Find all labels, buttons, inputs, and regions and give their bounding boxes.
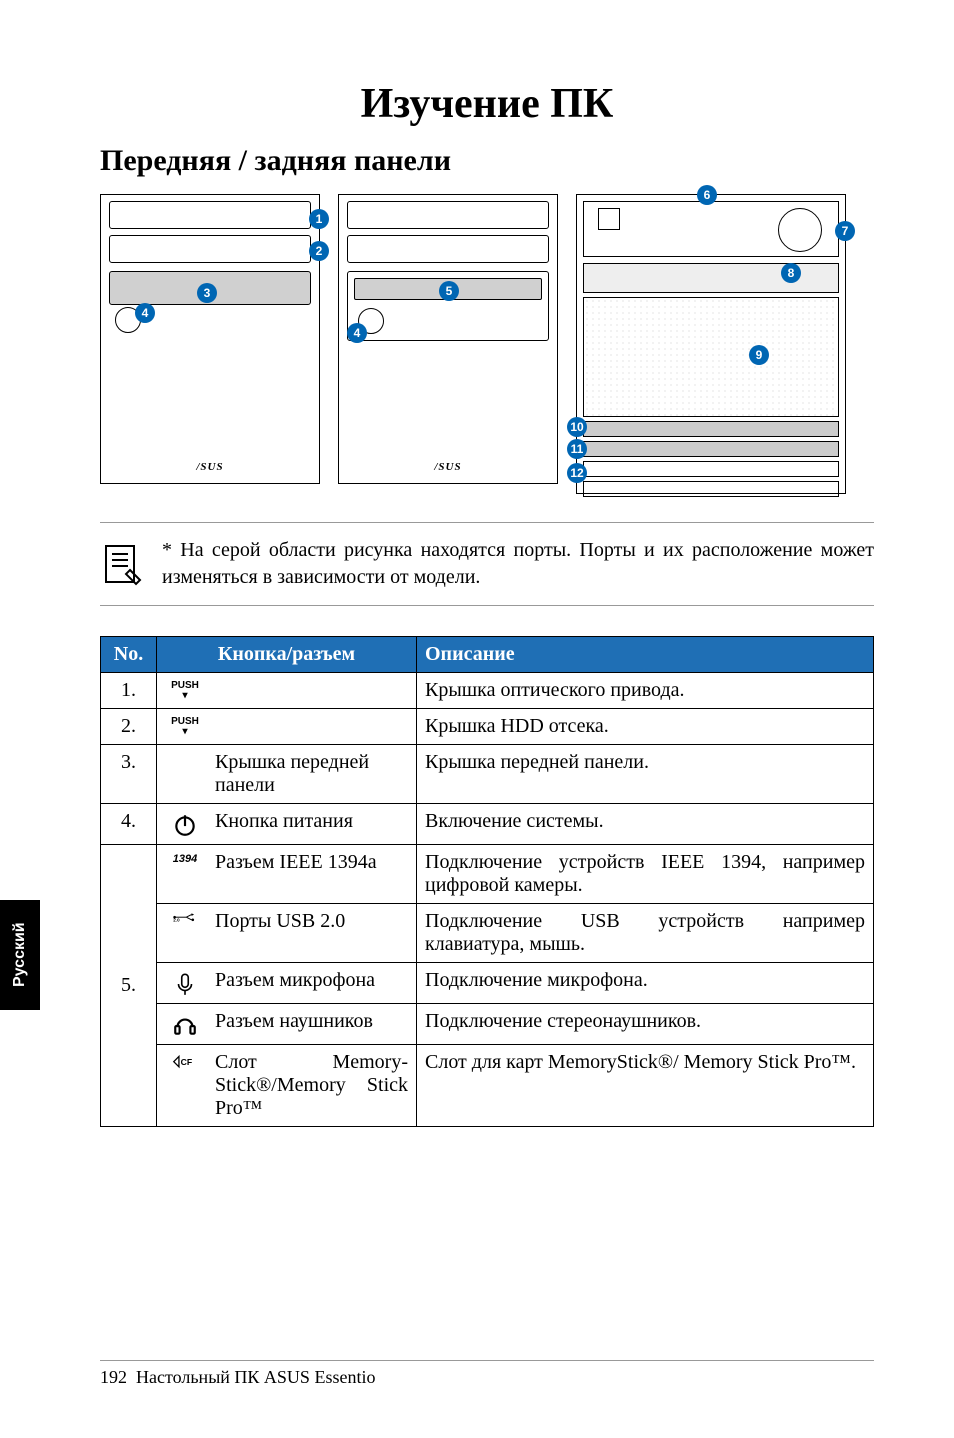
callout-7: 7 <box>835 221 855 241</box>
row4-no: 4. <box>101 804 157 845</box>
callout-4b: 4 <box>347 323 367 343</box>
language-tab: Русский <box>0 900 40 1010</box>
row5-no: 5. <box>101 845 157 1127</box>
usb-icon: 2.0 <box>172 912 198 922</box>
diagram-row: 1 2 3 4 /SUS 5 4 /SUS 6 7 8 9 10 11 12 <box>100 194 874 494</box>
headphones-icon <box>172 1012 198 1038</box>
g5-3-label: Разъем наушников <box>215 1010 373 1033</box>
g5-2-desc: Подключение микрофона. <box>417 963 874 1004</box>
section-title: Передняя / задняя панели <box>100 144 874 178</box>
ports-table: No. Кнопка/разъем Описание 1. PUSH Крышк… <box>100 636 874 1127</box>
row1-desc: Крышка оптического привода. <box>417 673 874 709</box>
svg-text:CF: CF <box>181 1057 193 1067</box>
row3-no: 3. <box>101 745 157 804</box>
footer-text: Настольный ПК ASUS Essentio <box>136 1367 375 1387</box>
asus-logo-2: /SUS <box>434 461 461 473</box>
front-panel-closed: 1 2 3 4 /SUS <box>100 194 320 484</box>
g5-4-label: Слот Memory-Stick®/Memory Stick Pro™ <box>215 1051 408 1120</box>
callout-4a: 4 <box>135 303 155 323</box>
callout-11: 11 <box>567 439 587 459</box>
row2-no: 2. <box>101 709 157 745</box>
power-icon <box>172 812 198 838</box>
row3-desc: Крышка передней панели. <box>417 745 874 804</box>
note-icon <box>100 542 144 586</box>
g5-1-desc: Подключение USB устройств например клави… <box>417 904 874 963</box>
ieee1394-icon: 1394 <box>173 853 197 865</box>
callout-2: 2 <box>309 241 329 261</box>
cf-card-icon: CF <box>172 1053 198 1070</box>
row4-label: Кнопка питания <box>215 810 353 833</box>
g5-2-label: Разъем микрофона <box>215 969 375 992</box>
g5-0-desc: Подключение устройств IEEE 1394, наприме… <box>417 845 874 904</box>
callout-3: 3 <box>197 283 217 303</box>
callout-9: 9 <box>749 345 769 365</box>
th-button: Кнопка/разъем <box>157 637 417 673</box>
page-title: Изучение ПК <box>100 80 874 128</box>
row3-label: Крышка передней панели <box>215 751 408 797</box>
callout-10: 10 <box>567 417 587 437</box>
g5-3-desc: Подключение стереонаушников. <box>417 1004 874 1045</box>
th-no: No. <box>101 637 157 673</box>
callout-8: 8 <box>781 263 801 283</box>
g5-0-label: Разъем IEEE 1394a <box>215 851 377 874</box>
note-row: * На серой области рисунка находятся пор… <box>100 522 874 606</box>
push-icon: PUSH <box>171 717 199 737</box>
callout-6: 6 <box>697 185 717 205</box>
page-number: 192 <box>100 1367 127 1387</box>
mic-icon <box>172 971 198 997</box>
g5-1-label: Порты USB 2.0 <box>215 910 345 933</box>
back-panel: 6 7 8 9 10 11 12 <box>576 194 846 494</box>
row2-desc: Крышка HDD отсека. <box>417 709 874 745</box>
note-text: * На серой области рисунка находятся пор… <box>162 537 874 591</box>
g5-4-desc: Слот для карт MemoryStick®/ Memory Stick… <box>417 1045 874 1127</box>
push-icon: PUSH <box>171 681 199 701</box>
callout-5: 5 <box>439 281 459 301</box>
th-desc: Описание <box>417 637 874 673</box>
row1-no: 1. <box>101 673 157 709</box>
svg-text:2.0: 2.0 <box>173 918 180 923</box>
callout-1: 1 <box>309 209 329 229</box>
row4-desc: Включение системы. <box>417 804 874 845</box>
asus-logo: /SUS <box>196 461 223 473</box>
callout-12: 12 <box>567 463 587 483</box>
page-footer: 192 Настольный ПК ASUS Essentio <box>100 1360 874 1388</box>
front-panel-open: 5 4 /SUS <box>338 194 558 484</box>
